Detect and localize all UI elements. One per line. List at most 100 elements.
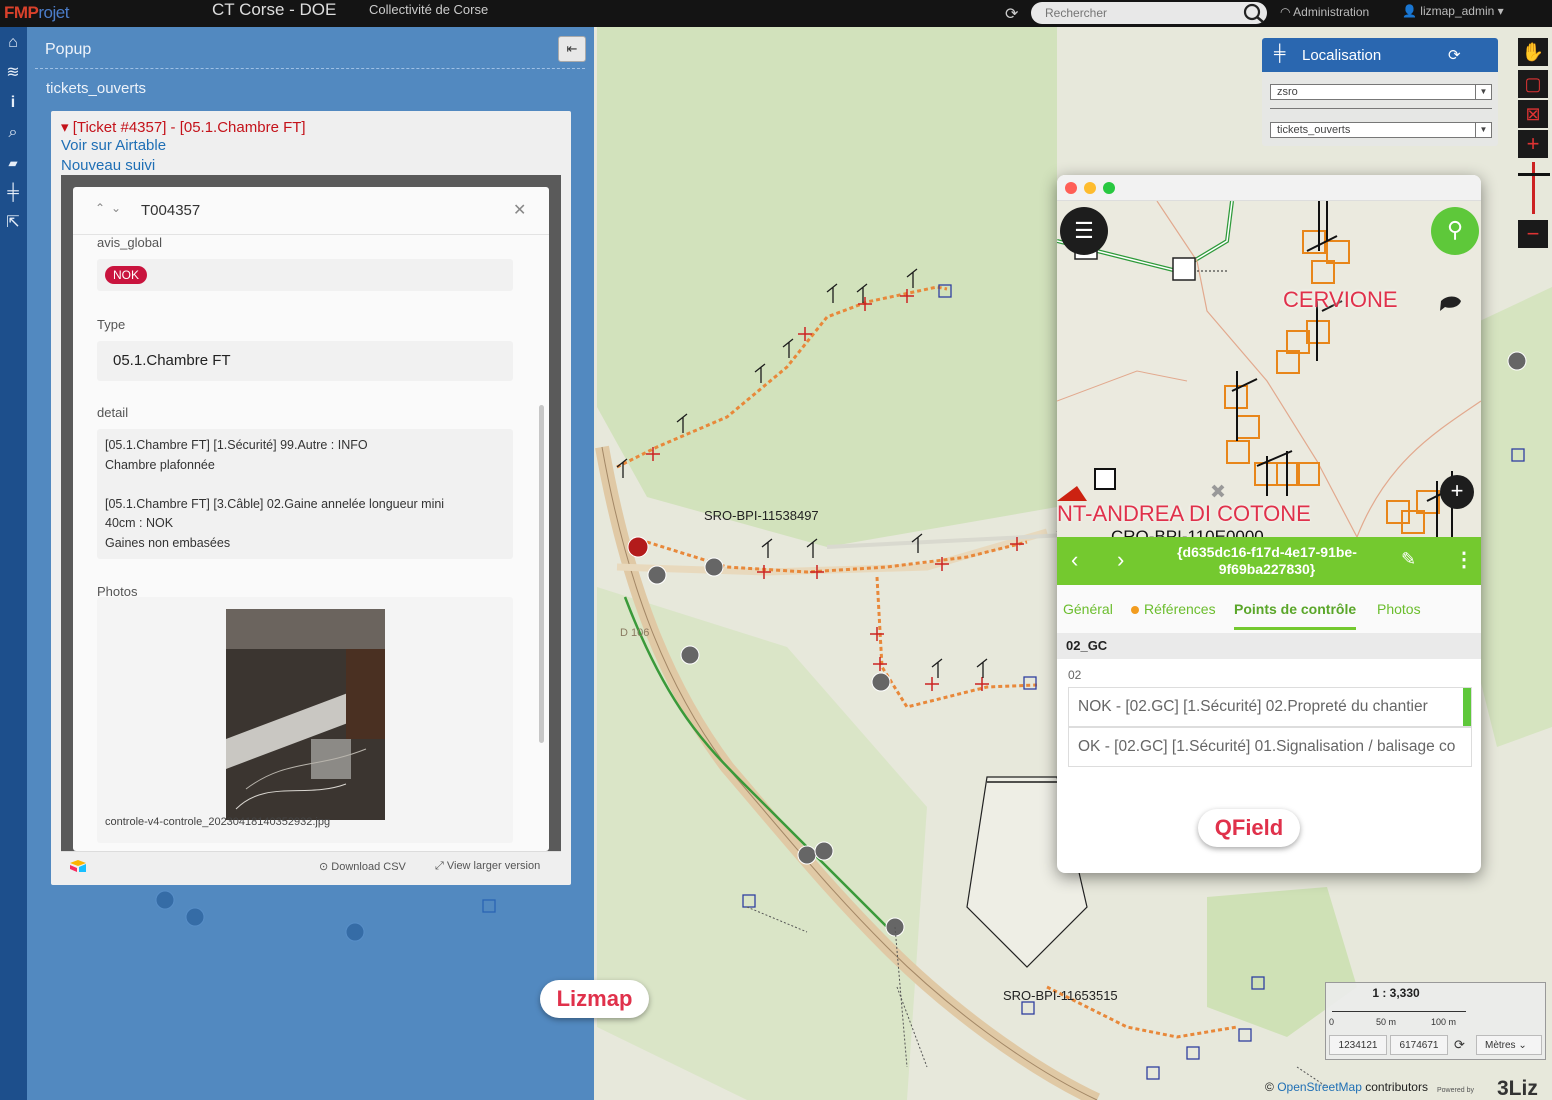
comment-icon[interactable]: ▰: [3, 153, 23, 173]
zoom-slider[interactable]: [1532, 162, 1535, 214]
locate-icon: ╪: [1274, 45, 1286, 62]
collapse-panel-button[interactable]: ⇤: [558, 36, 586, 62]
search-input[interactable]: [1031, 2, 1267, 24]
subsection-title: 02: [1068, 668, 1082, 682]
zoom-out-icon[interactable]: −: [1518, 220, 1548, 248]
ticket-title[interactable]: ▾ [Ticket #4357] - [05.1.Chambre FT]: [61, 118, 306, 136]
photos-field: controle-v4-controle_20230418140352932.j…: [97, 597, 513, 843]
download-csv-label: Download CSV: [331, 861, 406, 873]
zsro-select-value: zsro: [1277, 86, 1298, 98]
qfield-map[interactable]: [1057, 201, 1481, 537]
admin-label: Administration: [1293, 5, 1370, 19]
minimize-window-icon[interactable]: [1084, 182, 1096, 194]
photo-thumbnail[interactable]: [226, 609, 385, 820]
logo-suffix: rojet: [38, 3, 69, 22]
share-icon[interactable]: ⇱: [3, 213, 23, 233]
search-icon[interactable]: [1242, 2, 1266, 24]
airtable-link[interactable]: Voir sur Airtable: [61, 137, 166, 154]
type-value: 05.1.Chambre FT: [113, 352, 231, 369]
refresh-icon[interactable]: ⟳: [1448, 46, 1461, 64]
zoom-slider-handle[interactable]: [1518, 173, 1550, 176]
type-label: Type: [97, 317, 126, 332]
record-form: ⌃⌄ T004357 ✕ avis_global NOK Type 05.1.C…: [73, 187, 549, 851]
close-window-icon[interactable]: [1065, 182, 1077, 194]
attribution-link[interactable]: OpenStreetMap: [1277, 1080, 1362, 1094]
divider: [1270, 108, 1492, 109]
feature-card: ▾ [Ticket #4357] - [05.1.Chambre FT] Voi…: [51, 111, 571, 885]
more-options-icon[interactable]: ⋮: [1454, 547, 1474, 572]
chevron-down-icon: ▼: [1475, 85, 1491, 99]
chevron-down-icon: ▼: [1475, 123, 1491, 137]
ticket-title-text: [Ticket #4357] - [05.1.Chambre FT]: [72, 119, 306, 136]
tab-references[interactable]: Références: [1131, 601, 1216, 617]
refresh-icon[interactable]: ⟳: [1005, 4, 1018, 24]
scale-tick-50: 50 m: [1376, 1017, 1397, 1027]
unit-select[interactable]: Mètres ⌄: [1476, 1035, 1542, 1055]
pan-hand-icon[interactable]: ✋: [1518, 38, 1548, 66]
localisation-title: Localisation: [1302, 47, 1382, 64]
scale-tick-0: 0: [1329, 1017, 1335, 1027]
user-icon: 👤: [1402, 4, 1421, 18]
checklist-row-text: NOK - [02.GC] [1.Sécurité] 02.Propreté d…: [1078, 698, 1428, 715]
checklist-row[interactable]: OK - [02.GC] [1.Sécurité] 01.Signalisati…: [1068, 727, 1472, 767]
home-icon[interactable]: ⌂: [3, 33, 23, 53]
scrollbar[interactable]: [539, 405, 544, 743]
admin-link[interactable]: ◠ Administration: [1280, 5, 1369, 19]
search-icon[interactable]: ⚲: [1431, 207, 1479, 255]
layers-icon[interactable]: ≋: [3, 63, 23, 83]
zoom-extent-icon[interactable]: ⊠: [1518, 100, 1548, 128]
map-label-sro2: SRO-BPI-11653515: [1003, 988, 1118, 1003]
layer-name: tickets_ouverts: [46, 80, 147, 97]
map-label-road: D 106: [620, 627, 650, 639]
zsro-select[interactable]: zsro ▼: [1270, 84, 1492, 100]
section-title: 02_GC: [1066, 638, 1108, 653]
feature-id: {d635dc16-f17d-4e17-91be-9f69ba227830}: [1177, 544, 1357, 577]
project-title: CT Corse - DOE: [212, 0, 337, 19]
avis-field: NOK: [97, 259, 513, 291]
tab-references-label: Références: [1144, 601, 1216, 617]
chevron-down-icon: ▾: [1494, 4, 1504, 18]
user-menu[interactable]: 👤 lizmap_admin ▾: [1402, 4, 1504, 18]
view-larger-button[interactable]: ⤢ View larger version: [435, 860, 540, 873]
top-bar: FMProjet CT Corse - DOE Collectivité de …: [0, 0, 1552, 27]
info-icon[interactable]: i: [3, 93, 23, 113]
avis-label: avis_global: [97, 235, 163, 250]
edit-icon[interactable]: ✎: [1401, 549, 1416, 570]
record-header: ⌃⌄ T004357 ✕: [73, 187, 549, 235]
menu-icon[interactable]: ☰: [1060, 207, 1108, 255]
previous-arrow-icon[interactable]: ‹: [1071, 547, 1078, 573]
localisation-panel: ╪ Localisation ⟳ zsro ▼ tickets_ouverts ▼: [1262, 38, 1498, 146]
qfield-town-andrea: NT-ANDREA DI COTONE: [1057, 501, 1311, 526]
locate-icon[interactable]: ╪: [3, 183, 23, 203]
divider: [35, 68, 585, 69]
maximize-window-icon[interactable]: [1103, 182, 1115, 194]
user-label: lizmap_admin: [1420, 4, 1495, 18]
checklist-row-text: OK - [02.GC] [1.Sécurité] 01.Signalisati…: [1078, 738, 1456, 755]
attribution-prefix: ©: [1265, 1080, 1274, 1094]
search-icon[interactable]: ⌕: [3, 123, 23, 143]
photo-filename: controle-v4-controle_20230418140352932.j…: [105, 816, 331, 828]
zoom-in-icon[interactable]: +: [1518, 130, 1548, 158]
new-followup-link[interactable]: Nouveau suivi: [61, 157, 155, 174]
app-logo[interactable]: FMProjet: [4, 3, 69, 23]
coord-refresh-icon[interactable]: ⟳: [1454, 1037, 1465, 1053]
record-nav-arrows[interactable]: ⌃⌄: [95, 201, 127, 215]
download-csv-button[interactable]: ⊙ Download CSV: [319, 860, 406, 873]
zoom-in-icon[interactable]: +: [1440, 475, 1474, 509]
logo-text: FMP: [4, 3, 39, 22]
left-toolbar: ⌂ ≋ i ⌕ ▰ ╪ ⇱: [0, 27, 27, 1100]
tickets-select[interactable]: tickets_ouverts ▼: [1270, 122, 1492, 138]
zoom-box-icon[interactable]: ▢: [1518, 70, 1548, 98]
tab-points-de-controle[interactable]: Points de contrôle: [1234, 601, 1357, 630]
close-icon[interactable]: ✕: [513, 200, 526, 220]
tab-general[interactable]: Général: [1063, 601, 1113, 617]
checklist-row[interactable]: NOK - [02.GC] [1.Sécurité] 02.Propreté d…: [1068, 687, 1472, 727]
brand-logo: 3Liz: [1497, 1077, 1538, 1100]
next-arrow-icon[interactable]: ›: [1117, 547, 1124, 573]
tab-photos[interactable]: Photos: [1377, 601, 1421, 617]
airtable-logo-icon: [70, 860, 86, 872]
record-id: T004357: [141, 202, 201, 219]
localisation-header: ╪ Localisation ⟳: [1262, 38, 1498, 72]
feature-toolbar: ‹ › {d635dc16-f17d-4e17-91be-9f69ba22783…: [1057, 537, 1481, 585]
download-icon: ⊙: [319, 861, 332, 873]
